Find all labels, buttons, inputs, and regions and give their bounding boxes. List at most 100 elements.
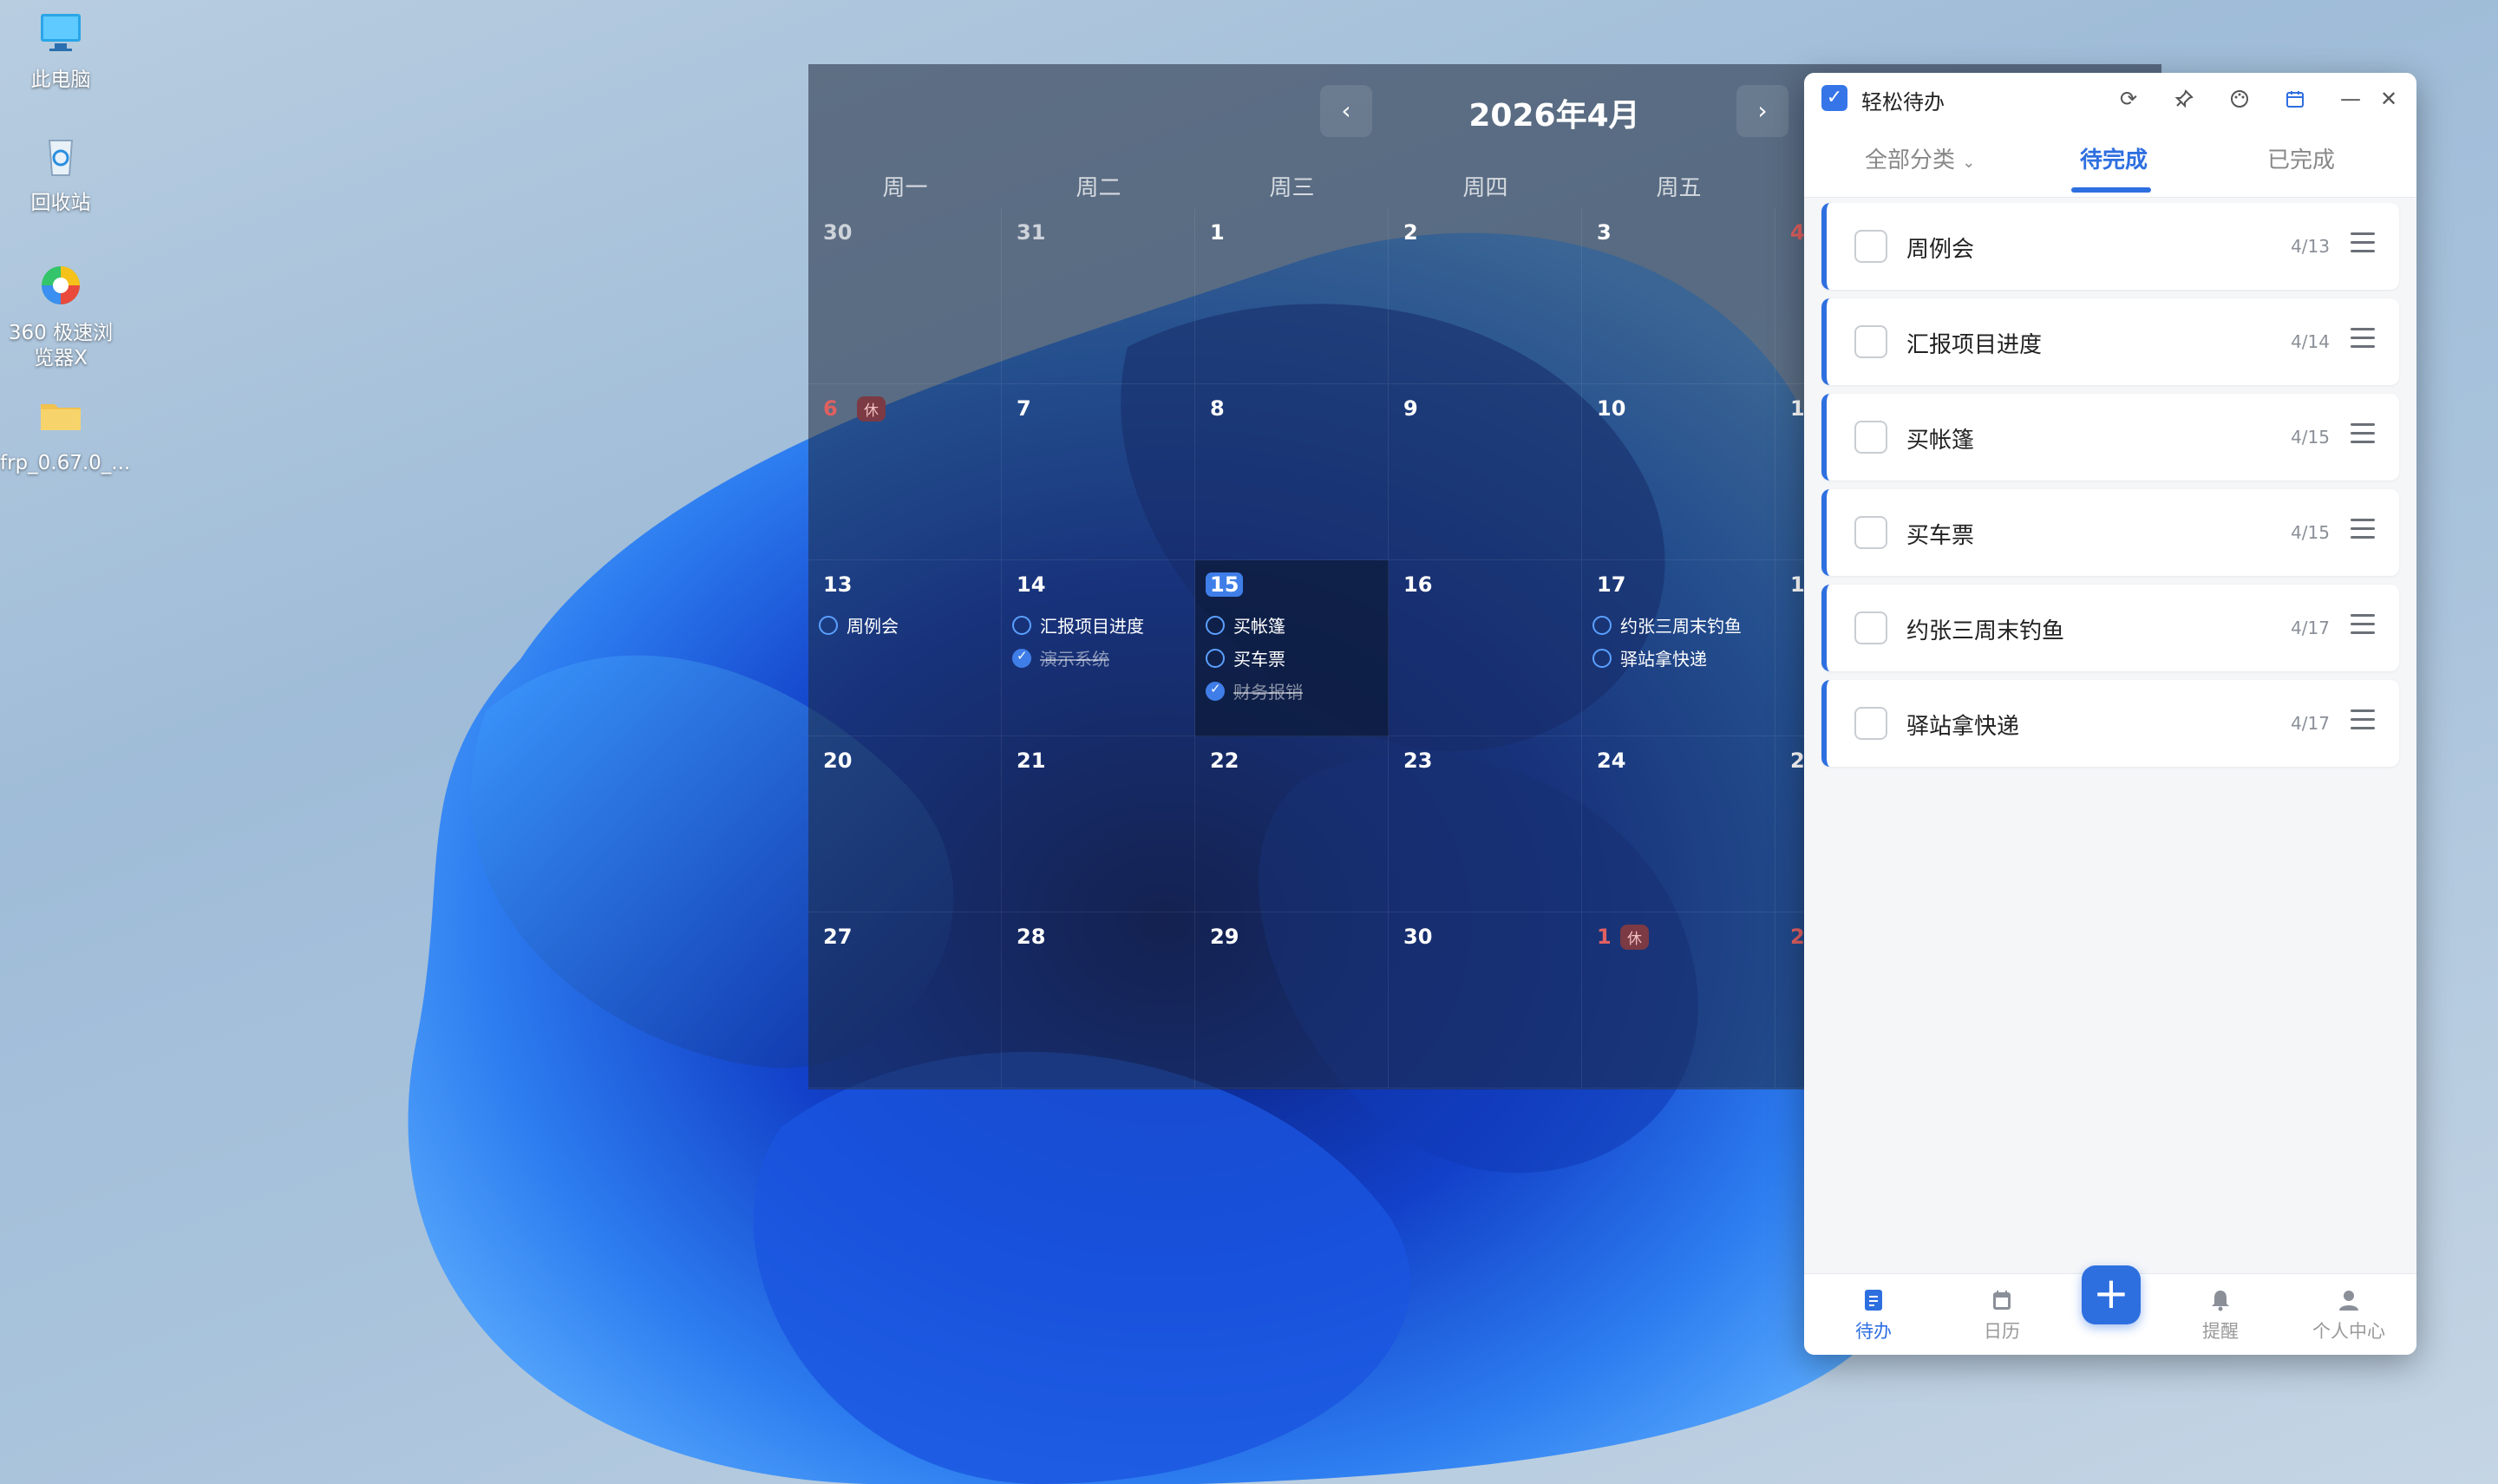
day-cell[interactable]: 16 bbox=[1389, 560, 1582, 736]
drag-handle-icon[interactable] bbox=[2351, 709, 2375, 734]
day-cell[interactable]: 30 bbox=[808, 208, 1002, 384]
add-todo-button[interactable]: + bbox=[2082, 1265, 2141, 1324]
todo-checkbox[interactable] bbox=[1854, 421, 1887, 454]
calendar-event[interactable]: 买帐篷 bbox=[1206, 612, 1285, 637]
day-number: 1 bbox=[1597, 925, 1612, 949]
event-checkbox-checked[interactable] bbox=[1206, 681, 1225, 701]
calendar-event[interactable]: 财务报销 bbox=[1206, 678, 1303, 703]
desktop-icon-browser[interactable]: 360 极速浏览器X bbox=[0, 262, 121, 371]
todo-item[interactable]: 驿站拿快递 4/17 bbox=[1821, 680, 2399, 767]
next-month-button[interactable]: › bbox=[1736, 85, 1788, 137]
day-cell[interactable]: 28 bbox=[1002, 912, 1195, 1088]
desktop-icon-folder[interactable]: frp_0.67.0_... bbox=[0, 392, 130, 476]
nav-profile-label: 个人中心 bbox=[2312, 1321, 2385, 1342]
nav-calendar-label: 日历 bbox=[1984, 1321, 2020, 1342]
day-cell[interactable]: 6休 bbox=[808, 384, 1002, 560]
user-icon bbox=[2297, 1288, 2401, 1316]
drag-handle-icon[interactable] bbox=[2351, 423, 2375, 448]
tab-done[interactable]: 已完成 bbox=[2267, 142, 2335, 174]
event-checkbox[interactable] bbox=[1012, 615, 1031, 635]
event-label: 驿站拿快递 bbox=[1620, 649, 1707, 670]
event-checkbox[interactable] bbox=[1206, 648, 1225, 668]
category-dropdown[interactable]: 全部分类 ⌄ bbox=[1865, 142, 1975, 174]
todo-list-icon bbox=[1821, 1288, 1926, 1316]
calendar-event[interactable]: 驿站拿快递 bbox=[1592, 645, 1707, 670]
drag-handle-icon[interactable] bbox=[2351, 232, 2375, 257]
day-number: 31 bbox=[1017, 220, 1046, 245]
day-cell[interactable]: 2 bbox=[1389, 208, 1582, 384]
todo-item[interactable]: 汇报项目进度 4/14 bbox=[1821, 298, 2399, 385]
drag-handle-icon[interactable] bbox=[2351, 614, 2375, 638]
event-label: 财务报销 bbox=[1233, 682, 1303, 703]
nav-todo-label: 待办 bbox=[1855, 1321, 1892, 1342]
day-cell[interactable]: 7 bbox=[1002, 384, 1195, 560]
refresh-icon[interactable]: ⟳ bbox=[2111, 82, 2146, 116]
todo-item[interactable]: 约张三周末钓鱼 4/17 bbox=[1821, 585, 2399, 671]
todo-item[interactable]: 买帐篷 4/15 bbox=[1821, 394, 2399, 481]
event-checkbox-checked[interactable] bbox=[1012, 648, 1031, 668]
todo-checkbox[interactable] bbox=[1854, 230, 1887, 263]
tab-pending[interactable]: 待完成 bbox=[2080, 142, 2148, 174]
calendar-event[interactable]: 汇报项目进度 bbox=[1012, 612, 1144, 637]
nav-calendar[interactable]: 日历 bbox=[1950, 1288, 2054, 1343]
desktop-icon-recycle-bin[interactable]: 回收站 bbox=[0, 132, 121, 216]
prev-month-button[interactable]: ‹ bbox=[1320, 85, 1372, 137]
desktop-icon-label: 360 极速浏览器X bbox=[8, 322, 114, 369]
day-cell[interactable]: 20 bbox=[808, 736, 1002, 912]
todo-checkbox[interactable] bbox=[1854, 611, 1887, 644]
day-cell[interactable]: 1 bbox=[1195, 208, 1389, 384]
day-cell[interactable]: 17 约张三周末钓鱼 驿站拿快递 bbox=[1582, 560, 1775, 736]
day-cell-today[interactable]: 15 买帐篷 买车票 财务报销 bbox=[1195, 560, 1389, 736]
category-label: 全部分类 bbox=[1865, 147, 1956, 173]
day-cell[interactable]: 14 汇报项目进度 演示系统 bbox=[1002, 560, 1195, 736]
day-cell[interactable]: 13 周例会 bbox=[808, 560, 1002, 736]
todo-label: 买帐篷 bbox=[1906, 428, 1975, 454]
app-titlebar[interactable]: ✓ 轻松待办 ⟳ — ✕ bbox=[1804, 73, 2416, 127]
day-number: 1 bbox=[1210, 220, 1225, 245]
day-cell[interactable]: 27 bbox=[808, 912, 1002, 1088]
close-icon[interactable]: ✕ bbox=[2371, 82, 2406, 116]
drag-handle-icon[interactable] bbox=[2351, 328, 2375, 352]
drag-handle-icon[interactable] bbox=[2351, 519, 2375, 543]
day-cell[interactable]: 9 bbox=[1389, 384, 1582, 560]
day-cell[interactable]: 23 bbox=[1389, 736, 1582, 912]
pin-icon[interactable] bbox=[2167, 82, 2201, 116]
day-cell[interactable]: 29 bbox=[1195, 912, 1389, 1088]
day-cell[interactable]: 1休 bbox=[1582, 912, 1775, 1088]
day-cell[interactable]: 22 bbox=[1195, 736, 1389, 912]
nav-remind[interactable]: 提醒 bbox=[2168, 1288, 2272, 1343]
calendar-event[interactable]: 演示系统 bbox=[1012, 645, 1109, 670]
event-label: 演示系统 bbox=[1040, 649, 1109, 670]
calendar-event[interactable]: 周例会 bbox=[819, 612, 899, 637]
palette-icon[interactable] bbox=[2222, 82, 2257, 116]
desktop-icon-label: 此电脑 bbox=[30, 69, 91, 91]
todo-checkbox[interactable] bbox=[1854, 516, 1887, 549]
day-cell[interactable]: 21 bbox=[1002, 736, 1195, 912]
day-cell[interactable]: 3 bbox=[1582, 208, 1775, 384]
minimize-icon[interactable]: — bbox=[2333, 82, 2368, 116]
calendar-event[interactable]: 约张三周末钓鱼 bbox=[1592, 612, 1742, 637]
calendar-icon[interactable] bbox=[2278, 82, 2312, 116]
day-cell[interactable]: 31 bbox=[1002, 208, 1195, 384]
day-cell[interactable]: 10 bbox=[1582, 384, 1775, 560]
nav-todo[interactable]: 待办 bbox=[1821, 1288, 1926, 1343]
day-cell[interactable]: 8 bbox=[1195, 384, 1389, 560]
todo-checkbox[interactable] bbox=[1854, 707, 1887, 740]
event-checkbox[interactable] bbox=[819, 615, 838, 635]
event-label: 汇报项目进度 bbox=[1040, 616, 1144, 637]
todo-label: 买车票 bbox=[1906, 523, 1975, 549]
event-checkbox[interactable] bbox=[1592, 648, 1612, 668]
calendar-event[interactable]: 买车票 bbox=[1206, 645, 1285, 670]
nav-profile[interactable]: 个人中心 bbox=[2297, 1288, 2401, 1343]
computer-icon bbox=[41, 14, 81, 51]
todo-item[interactable]: 周例会 4/13 bbox=[1821, 203, 2399, 290]
event-checkbox[interactable] bbox=[1592, 615, 1612, 635]
event-checkbox[interactable] bbox=[1206, 615, 1225, 635]
todo-item[interactable]: 买车票 4/15 bbox=[1821, 489, 2399, 576]
day-cell[interactable]: 24 bbox=[1582, 736, 1775, 912]
todo-label: 约张三周末钓鱼 bbox=[1906, 618, 2065, 644]
day-number-today: 15 bbox=[1206, 572, 1244, 597]
day-cell[interactable]: 30 bbox=[1389, 912, 1582, 1088]
todo-checkbox[interactable] bbox=[1854, 325, 1887, 358]
desktop-icon-computer[interactable]: 此电脑 bbox=[0, 9, 121, 93]
